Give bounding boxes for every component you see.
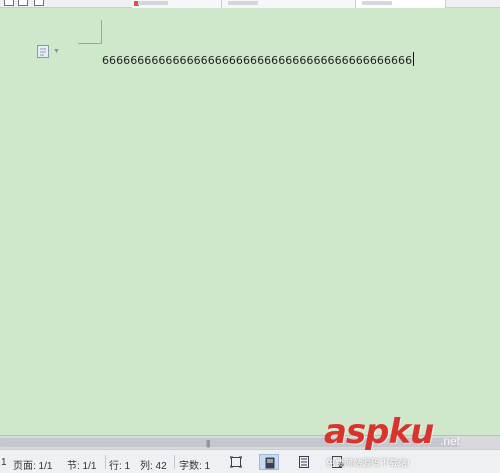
- status-bar: 1 页面: 1/1 节: 1/1 行: 1 列: 42 字数: 1: [0, 449, 500, 473]
- tab-document-2[interactable]: [222, 0, 356, 8]
- save-icon[interactable]: [34, 0, 44, 6]
- document-text-line[interactable]: 6666666666666666666666666666666666666666…: [102, 52, 415, 67]
- tab-document-1[interactable]: [132, 0, 222, 8]
- tab-strip: [0, 0, 500, 8]
- tab-document-active[interactable]: [356, 0, 446, 8]
- document-canvas[interactable]: ▼ 66666666666666666666666666666666666666…: [0, 8, 500, 435]
- web-view-button[interactable]: [328, 454, 348, 470]
- focus-mode-button[interactable]: [226, 454, 246, 470]
- status-divider: [174, 455, 175, 469]
- status-page[interactable]: 页面: 1/1: [13, 457, 52, 472]
- status-divider: [105, 455, 106, 469]
- outline-view-button[interactable]: [294, 454, 314, 470]
- status-row: 行: 1: [109, 461, 131, 472]
- open-folder-icon[interactable]: [18, 0, 28, 6]
- new-document-icon[interactable]: [4, 0, 14, 6]
- tab-label: [362, 1, 392, 5]
- scrollbar-thumb[interactable]: |||: [0, 438, 460, 448]
- status-word-count[interactable]: 字数: 1: [179, 457, 210, 472]
- status-line-number: 1: [1, 457, 7, 468]
- text-cursor: [413, 52, 415, 66]
- horizontal-scrollbar[interactable]: |||: [0, 435, 500, 449]
- chevron-down-icon[interactable]: ▼: [53, 48, 60, 55]
- page-view-button[interactable]: [259, 454, 279, 470]
- paragraph-layout-icon[interactable]: [37, 45, 49, 58]
- tab-label: [138, 1, 168, 5]
- scrollbar-grip: |||: [206, 439, 210, 448]
- status-section: 节: 1/1: [67, 461, 97, 472]
- document-text: 6666666666666666666666666666666666666666…: [102, 54, 413, 67]
- margin-corner-mark: [78, 20, 102, 44]
- status-column: 列: 42: [140, 461, 167, 472]
- tab-label: [228, 1, 258, 5]
